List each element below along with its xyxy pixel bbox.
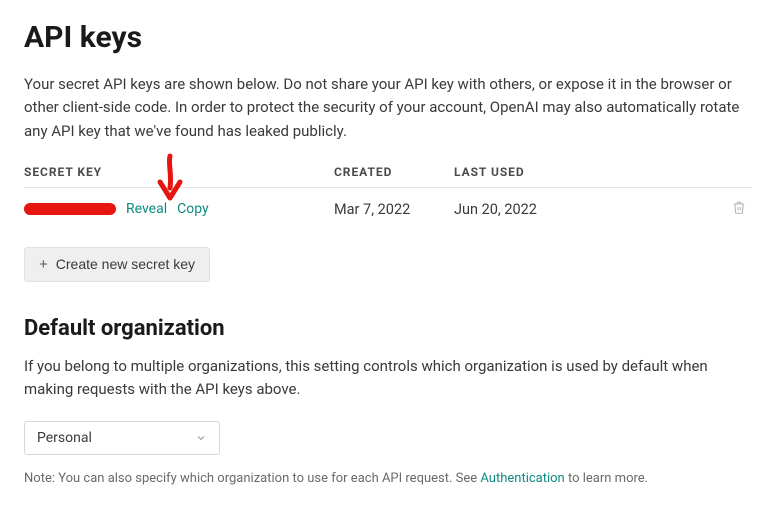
note-suffix: to learn more. — [565, 471, 648, 486]
api-keys-table: SECRET KEY CREATED LAST USED Reveal Copy… — [24, 165, 752, 229]
table-row: Reveal Copy Mar 7, 2022 Jun 20, 2022 — [24, 188, 752, 229]
note-prefix: Note: You can also specify which organiz… — [24, 471, 480, 486]
reveal-link[interactable]: Reveal — [126, 201, 167, 217]
create-secret-key-button[interactable]: + Create new secret key — [24, 247, 210, 282]
header-actions — [599, 165, 752, 179]
org-select[interactable]: Personal — [24, 421, 220, 455]
page-title: API keys — [24, 20, 752, 55]
create-button-label: Create new secret key — [56, 256, 195, 272]
default-org-title: Default organization — [24, 316, 752, 341]
header-last-used: LAST USED — [454, 165, 599, 179]
authentication-link[interactable]: Authentication — [480, 471, 564, 486]
intro-text: Your secret API keys are shown below. Do… — [24, 73, 744, 143]
org-note: Note: You can also specify which organiz… — [24, 471, 752, 486]
table-header-row: SECRET KEY CREATED LAST USED — [24, 165, 752, 188]
header-created: CREATED — [334, 165, 454, 179]
org-select-value: Personal — [37, 430, 92, 446]
cell-last-used: Jun 20, 2022 — [454, 201, 599, 218]
chevron-down-icon — [195, 432, 207, 444]
redacted-key — [24, 203, 116, 215]
default-org-text: If you belong to multiple organizations,… — [24, 355, 744, 402]
copy-link[interactable]: Copy — [177, 201, 209, 217]
cell-created: Mar 7, 2022 — [334, 201, 454, 218]
header-secret-key: SECRET KEY — [24, 165, 334, 179]
trash-icon[interactable] — [732, 200, 746, 215]
plus-icon: + — [39, 256, 48, 273]
